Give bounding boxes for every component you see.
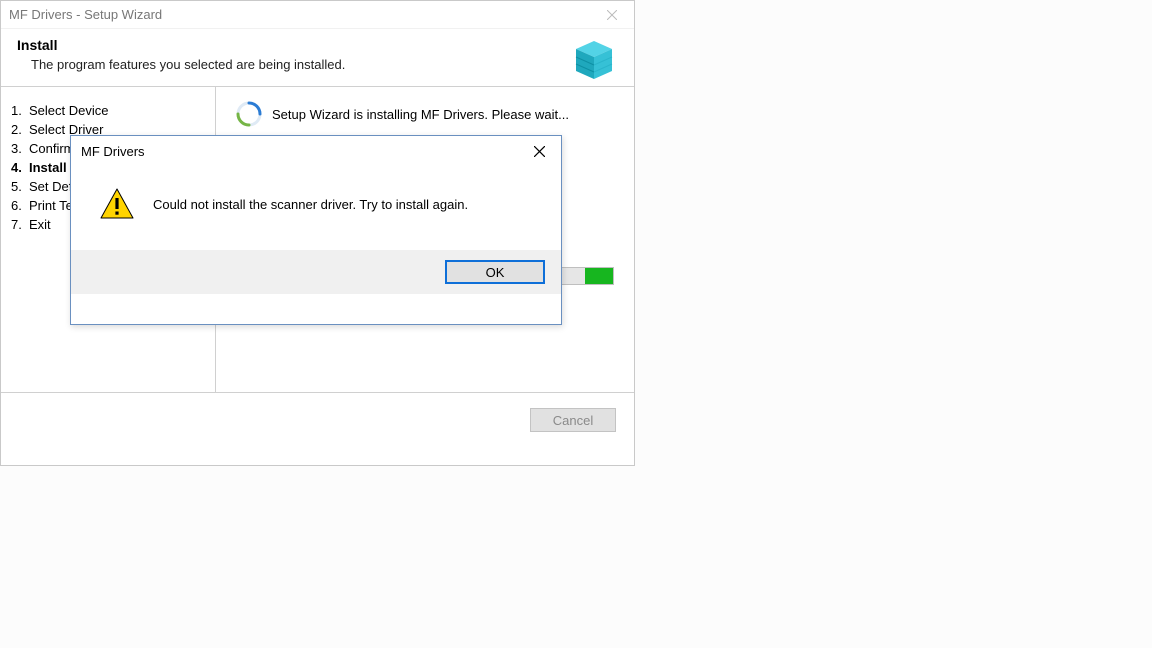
warning-icon — [99, 186, 135, 222]
wizard-close-button — [590, 1, 634, 29]
wizard-footer: Cancel — [1, 393, 634, 447]
wizard-step: 1.Select Device — [11, 101, 205, 120]
cancel-button: Cancel — [530, 408, 616, 432]
progress-text: Setup Wizard is installing MF Drivers. P… — [272, 107, 569, 122]
step-label: Select Device — [29, 103, 108, 118]
step-number: 5. — [11, 179, 29, 194]
error-dialog: MF Drivers Could not install the scanner… — [70, 135, 562, 325]
wizard-header-title: Install — [17, 37, 618, 53]
progress-row: Setup Wizard is installing MF Drivers. P… — [236, 101, 614, 127]
wizard-titlebar: MF Drivers - Setup Wizard — [1, 1, 634, 29]
error-dialog-message: Could not install the scanner driver. Tr… — [153, 197, 468, 212]
wizard-header: Install The program features you selecte… — [1, 29, 634, 87]
step-number: 7. — [11, 217, 29, 232]
cancel-button-label: Cancel — [553, 413, 593, 428]
error-dialog-title: MF Drivers — [81, 144, 145, 159]
wizard-title: MF Drivers - Setup Wizard — [9, 7, 162, 22]
close-icon — [607, 10, 617, 20]
error-dialog-close-button[interactable] — [517, 136, 561, 166]
step-number: 6. — [11, 198, 29, 213]
progress-bar-fill — [585, 268, 613, 284]
step-label: Exit — [29, 217, 51, 232]
step-number: 4. — [11, 160, 29, 175]
step-label: Install — [29, 160, 67, 175]
close-icon — [534, 146, 545, 157]
error-dialog-titlebar: MF Drivers — [71, 136, 561, 166]
error-dialog-body: Could not install the scanner driver. Tr… — [71, 166, 561, 250]
step-number: 3. — [11, 141, 29, 156]
install-spinner-icon — [236, 101, 262, 127]
installer-cube-icon — [570, 35, 618, 83]
error-dialog-footer: OK — [71, 250, 561, 294]
step-number: 1. — [11, 103, 29, 118]
ok-button[interactable]: OK — [445, 260, 545, 284]
wizard-header-subtitle: The program features you selected are be… — [17, 57, 618, 72]
step-number: 2. — [11, 122, 29, 137]
ok-button-label: OK — [486, 265, 505, 280]
